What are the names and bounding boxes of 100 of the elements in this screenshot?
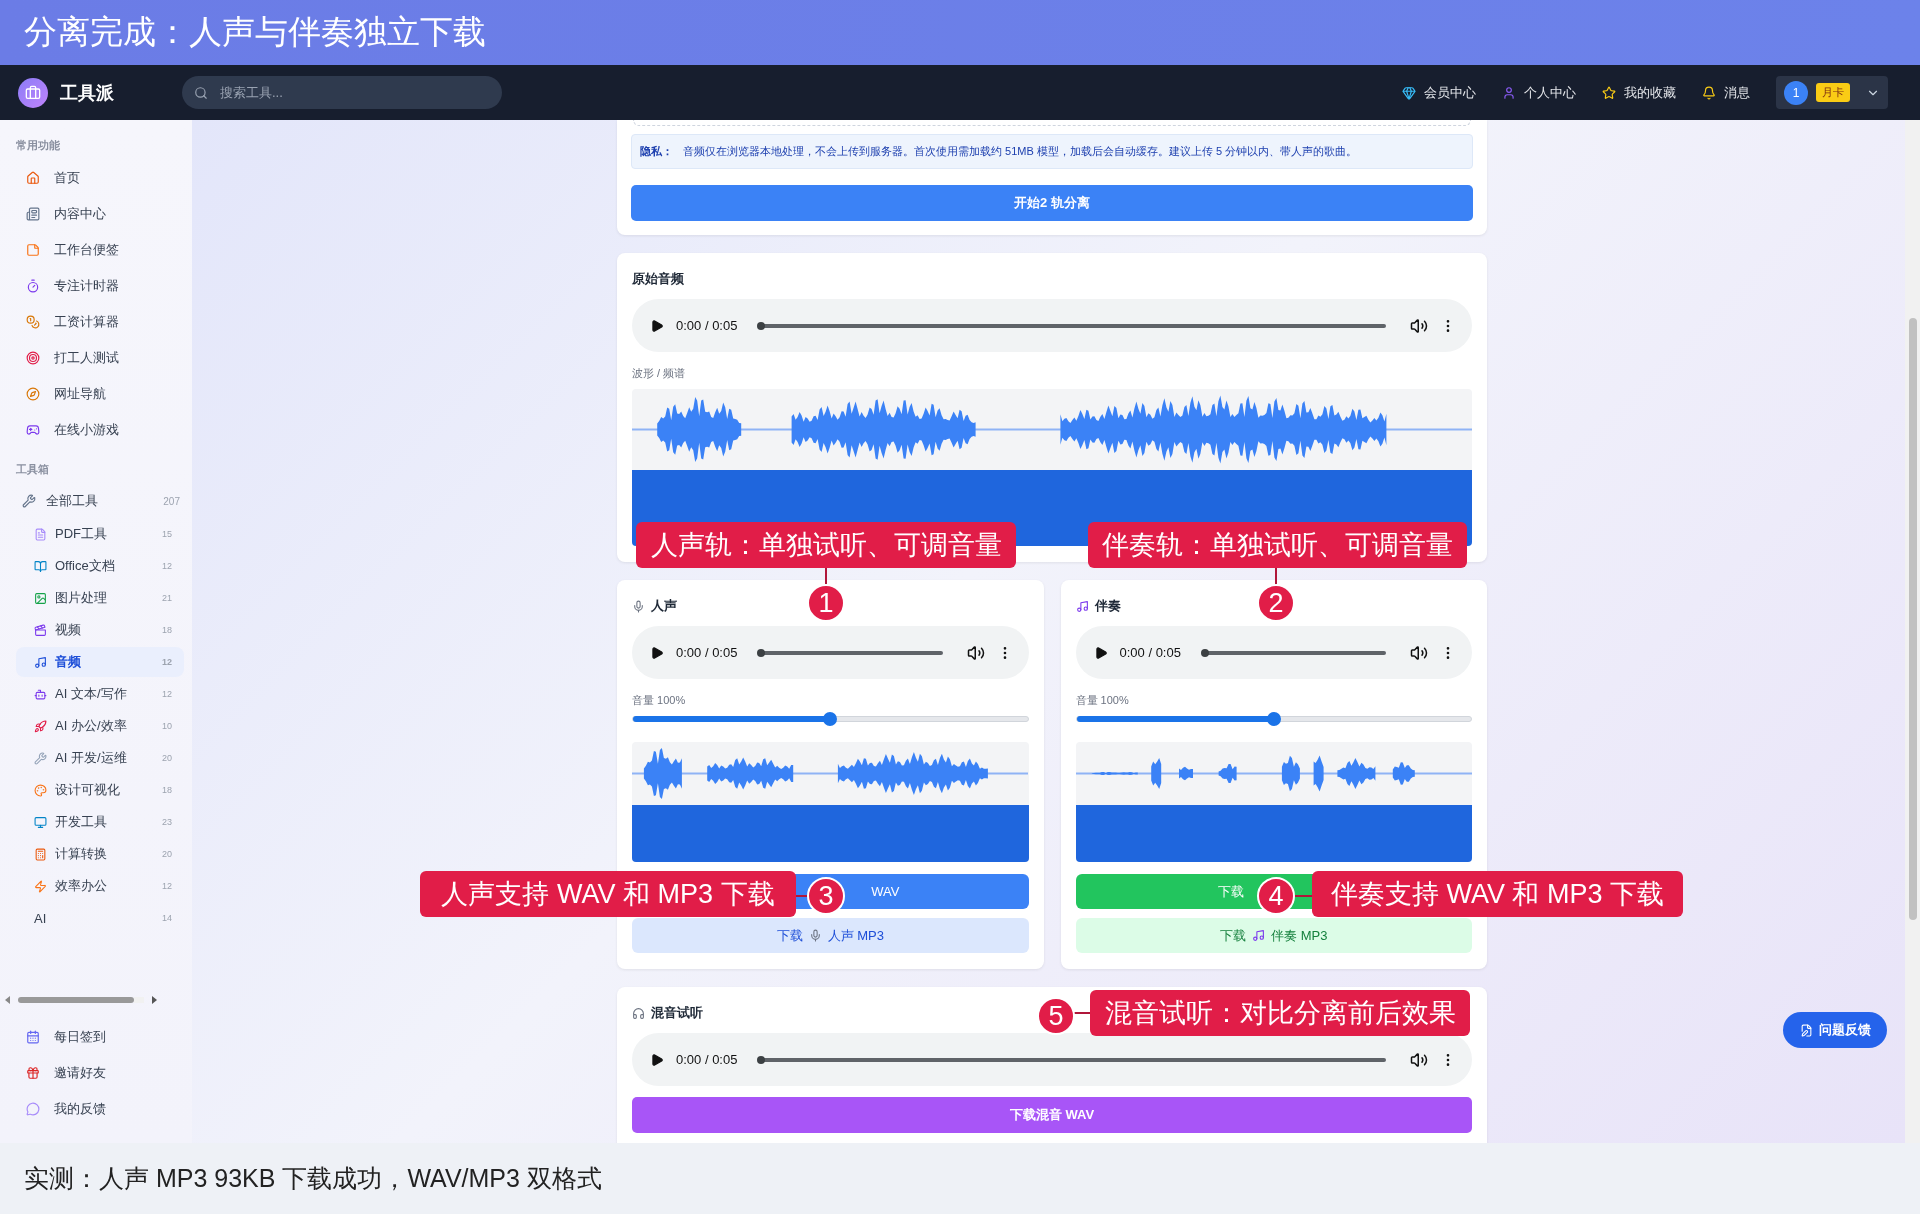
play-icon[interactable] <box>650 1052 664 1067</box>
search-icon <box>194 85 208 100</box>
audio-player[interactable]: 0:00 / 0:05 <box>632 299 1472 352</box>
time-display: 0:00 / 0:05 <box>676 318 738 333</box>
avatar: 1 <box>1784 80 1808 105</box>
sidebar-item[interactable]: 每日签到 <box>0 1019 192 1055</box>
timer-icon <box>26 279 40 293</box>
sidebar-item[interactable]: 我的反馈 <box>0 1091 192 1127</box>
category-item[interactable]: 设计可视化 18 <box>16 775 184 805</box>
annotation-tooltip: 伴奏支持 WAV 和 MP3 下载 <box>1312 871 1683 917</box>
category-item[interactable]: AI 开发/运维 20 <box>16 743 184 773</box>
start-button[interactable]: 开始2 轨分离 <box>631 185 1473 221</box>
audio-player[interactable]: 0:00 / 0:05 <box>1075 626 1472 679</box>
download-mp3-button[interactable]: 下载 伴奏 MP3 <box>1075 918 1472 953</box>
sidebar-item[interactable]: 邀请好友 <box>0 1055 192 1091</box>
headphones-icon <box>632 1006 645 1020</box>
volume-icon[interactable] <box>966 643 985 662</box>
category-item[interactable]: 图片处理 21 <box>16 583 184 613</box>
sidebar-item[interactable]: 内容中心 <box>0 196 192 232</box>
category-item[interactable]: 效率办公 12 <box>16 871 184 901</box>
section-title: 常用功能 <box>15 138 61 153</box>
slider-thumb[interactable] <box>823 712 838 726</box>
sidebar-item[interactable]: 工作台便签 <box>0 232 192 268</box>
progress-bar[interactable] <box>1204 650 1386 655</box>
clapperboard-icon <box>34 623 47 637</box>
slider-thumb[interactable] <box>1266 712 1281 726</box>
annotation-tooltip: 人声轨：单独试听、可调音量 <box>636 522 1016 568</box>
sidebar-item[interactable]: 网址导航 <box>0 376 192 412</box>
play-icon[interactable] <box>650 645 664 660</box>
progress-thumb[interactable] <box>757 1055 766 1064</box>
category-item[interactable]: 计算转换 20 <box>16 839 184 869</box>
annotation-tooltip: 混音试听：对比分离前后效果 <box>1090 990 1470 1036</box>
microphone-icon <box>632 599 645 613</box>
sidebar-item[interactable]: 全部工具 207 <box>0 484 192 518</box>
user-icon <box>1502 85 1516 100</box>
category-item[interactable]: Office文档 12 <box>16 551 184 581</box>
nav-link[interactable]: 我的收藏 <box>1602 83 1676 102</box>
audio-player[interactable]: 0:00 / 0:05 <box>632 1033 1472 1086</box>
privacy-notice: 隐私： 音频仅在浏览器本地处理，不会上传到服务器。首次使用需加载约 51MB 模型，加载后会自动缓存。建议上传 5 分钟以内、带人声的歌曲。 <box>631 134 1473 169</box>
wave-label: 波形 / 频谱 <box>632 366 687 381</box>
category-item[interactable]: 音频 12 <box>16 647 184 677</box>
music-icon <box>1075 599 1089 613</box>
audio-player[interactable]: 0:00 / 0:05 <box>632 626 1029 679</box>
document-icon <box>1799 1023 1813 1037</box>
time-display: 0:00 / 0:05 <box>1119 645 1181 660</box>
document-icon <box>34 527 47 541</box>
sidebar-item[interactable]: 首页 <box>0 160 192 196</box>
sidebar-item[interactable]: 工资计算器 <box>0 304 192 340</box>
user-menu[interactable]: 1 月卡 <box>1776 76 1888 109</box>
banner-title: 分离完成：人声与伴奏独立下载 <box>24 12 486 52</box>
leader-line <box>1074 1012 1090 1014</box>
section-title: 工具箱 <box>15 462 50 477</box>
download-mp3-button[interactable]: 下载 人声 MP3 <box>632 918 1029 953</box>
sidebar-item[interactable]: 专注计时器 <box>0 268 192 304</box>
feedback-button[interactable]: 问题反馈 <box>1783 1012 1887 1048</box>
volume-icon[interactable] <box>1410 316 1428 335</box>
progress-thumb[interactable] <box>1200 648 1209 657</box>
sidebar-item[interactable]: 在线小游戏 <box>0 412 192 448</box>
scrollbar[interactable] <box>1905 120 1920 1143</box>
logo-icon[interactable] <box>18 77 48 108</box>
volume-icon[interactable] <box>1410 643 1428 662</box>
music-icon <box>34 655 47 669</box>
card-title: 人声 <box>651 597 677 615</box>
category-item[interactable]: AI 办公/效率 10 <box>16 711 184 741</box>
lightning-icon <box>34 879 47 893</box>
membership-badge: 月卡 <box>1816 83 1850 102</box>
search-field[interactable]: 搜索工具... <box>182 76 502 109</box>
coins-icon <box>26 315 40 329</box>
volume-icon[interactable] <box>1410 1050 1428 1069</box>
progress-thumb[interactable] <box>757 321 766 330</box>
nav-link[interactable]: 会员中心 <box>1402 83 1476 102</box>
music-icon <box>1252 929 1266 942</box>
home-icon <box>26 171 40 185</box>
annotation-tooltip: 人声支持 WAV 和 MP3 下载 <box>420 871 796 917</box>
newspaper-icon <box>26 207 40 221</box>
chat-icon <box>26 1102 40 1116</box>
category-item[interactable]: 视频 18 <box>16 615 184 645</box>
nav-link[interactable]: 消息 <box>1702 83 1750 102</box>
download-mix-button[interactable]: 下载混音 WAV <box>632 1097 1472 1133</box>
play-icon[interactable] <box>1093 645 1108 660</box>
monitor-icon <box>34 815 47 829</box>
category-item[interactable]: AI 14 <box>16 903 184 933</box>
nav-link[interactable]: 个人中心 <box>1502 83 1576 102</box>
star-icon <box>1602 85 1616 100</box>
book-icon <box>34 559 47 573</box>
compass-icon <box>26 387 40 401</box>
leader-line <box>1294 895 1312 897</box>
annotation-tooltip: 伴奏轨：单独试听、可调音量 <box>1088 522 1467 568</box>
sidebar-item[interactable]: 打工人测试 <box>0 340 192 376</box>
category-item[interactable]: AI 文本/写作 12 <box>16 679 184 709</box>
search-input[interactable]: 搜索工具... <box>218 84 478 101</box>
time-display: 0:00 / 0:05 <box>676 1052 738 1067</box>
category-item[interactable]: PDF工具 15 <box>16 519 184 549</box>
play-icon[interactable] <box>650 318 664 333</box>
logo-text[interactable]: 工具派 <box>60 80 156 105</box>
category-item[interactable]: 开发工具 23 <box>16 807 184 837</box>
card-title: 原始音频 <box>632 270 684 288</box>
time-display: 0:00 / 0:05 <box>676 645 738 660</box>
card-title: 混音试听 <box>651 1004 703 1022</box>
progress-thumb[interactable] <box>757 648 766 657</box>
